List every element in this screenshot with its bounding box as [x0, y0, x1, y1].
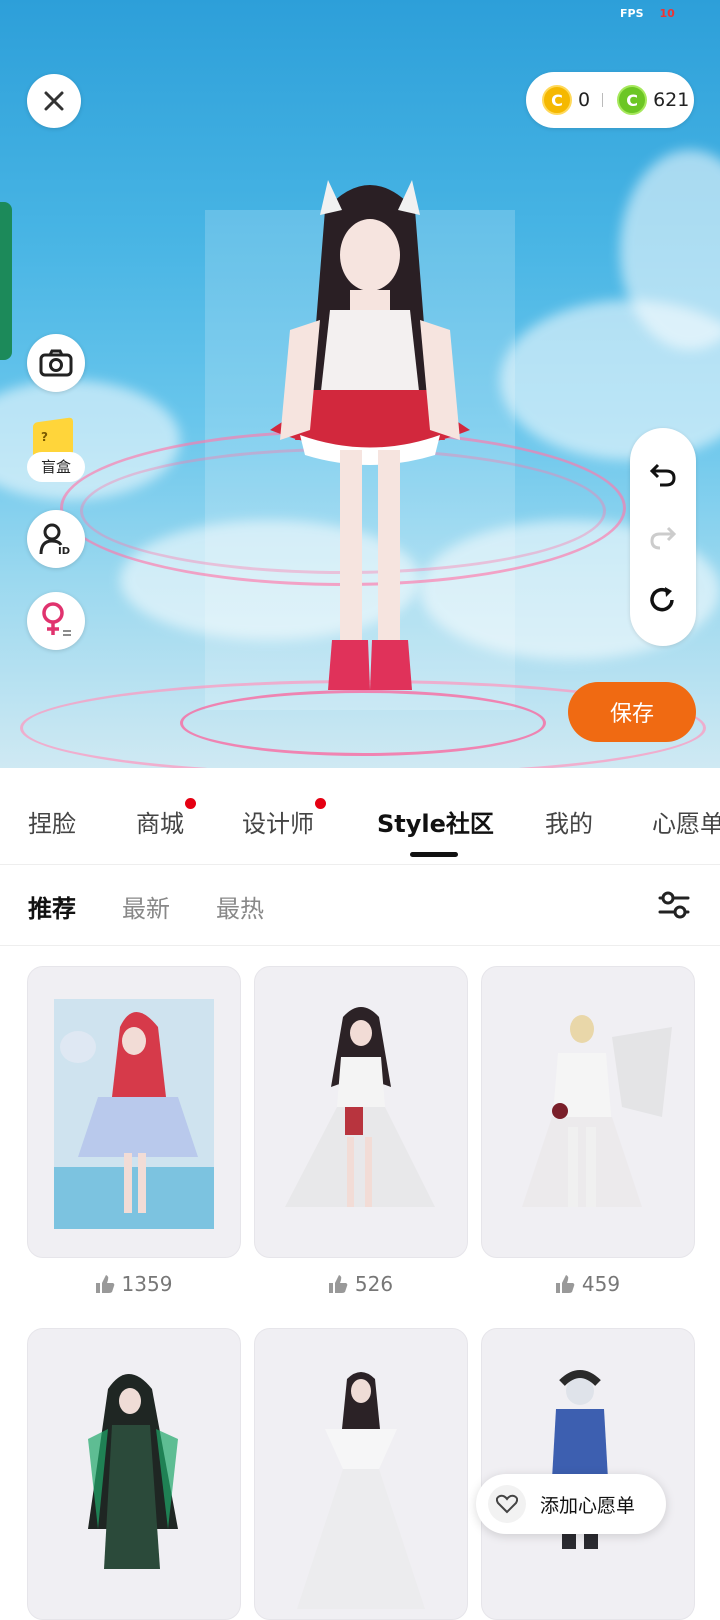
- svg-text:ID: ID: [58, 546, 70, 556]
- outfit-thumbnail: [522, 1015, 672, 1207]
- like-count-value: 526: [354, 1272, 394, 1296]
- gender-switch-button[interactable]: [27, 592, 85, 650]
- side-drawer-handle[interactable]: [0, 202, 12, 360]
- outfit-card[interactable]: [27, 966, 241, 1258]
- main-tab-bar: 捏脸 商城 设计师 Style社区 我的 心愿单: [0, 768, 720, 865]
- tab-wishlist-label: 心愿单: [652, 810, 720, 838]
- green-amount: 621: [653, 89, 690, 111]
- add-to-wishlist-label: 添加心愿单: [540, 1494, 636, 1517]
- outfit-card[interactable]: [254, 966, 468, 1258]
- edit-history-controls: [630, 428, 696, 646]
- outfit-card[interactable]: [254, 1328, 468, 1620]
- user-id-button[interactable]: ID: [27, 510, 85, 568]
- gold-coin-icon: C: [542, 85, 572, 115]
- notification-dot: [185, 798, 196, 809]
- camera-icon: [39, 349, 73, 377]
- like-count[interactable]: 459: [481, 1272, 693, 1296]
- outfit-thumbnail: [54, 999, 214, 1229]
- tab-mine-label: 我的: [545, 810, 593, 838]
- tab-shop[interactable]: 商城: [136, 798, 196, 839]
- filter-settings-icon[interactable]: [656, 887, 692, 923]
- thumbs-up-icon: [328, 1275, 348, 1293]
- outfit-card[interactable]: [481, 966, 695, 1258]
- outfit-thumbnail: [88, 1374, 178, 1569]
- close-icon: [44, 91, 64, 111]
- user-id-icon: ID: [39, 523, 70, 556]
- subtab-hottest[interactable]: 最热: [216, 889, 264, 924]
- like-count-value: 459: [581, 1272, 621, 1296]
- tab-mine[interactable]: 我的: [545, 804, 593, 839]
- sort-tab-bar: 推荐 最新 最热: [0, 865, 720, 946]
- fps-label: FPS: [620, 7, 644, 20]
- tab-style-community[interactable]: Style社区: [377, 804, 494, 839]
- like-count[interactable]: 1359: [27, 1272, 239, 1296]
- gold-amount: 0: [578, 89, 591, 111]
- currency-divider: [602, 93, 604, 107]
- heart-icon: [488, 1485, 526, 1523]
- tab-designer[interactable]: 设计师: [242, 798, 326, 839]
- female-gender-icon: [42, 602, 71, 636]
- outfit-card[interactable]: [27, 1328, 241, 1620]
- camera-button[interactable]: [27, 334, 85, 392]
- thumbs-up-icon: [555, 1275, 575, 1293]
- fps-value: 10: [659, 7, 675, 20]
- outfit-thumbnail: [285, 1007, 435, 1207]
- notification-dot: [315, 798, 326, 809]
- question-mark-icon: ?: [41, 430, 48, 444]
- tab-shop-label: 商城: [136, 810, 184, 838]
- reset-icon[interactable]: [648, 585, 678, 615]
- blind-box-label: 盲盒: [27, 452, 85, 482]
- tab-style-community-label: Style社区: [377, 810, 494, 838]
- like-count-value: 1359: [121, 1272, 173, 1296]
- avatar-character[interactable]: [270, 170, 470, 730]
- undo-icon[interactable]: [648, 459, 678, 489]
- like-count[interactable]: 526: [254, 1272, 466, 1296]
- tab-wishlist[interactable]: 心愿单: [652, 804, 720, 839]
- blind-box-button[interactable]: ? 盲盒: [27, 417, 85, 486]
- save-button[interactable]: 保存: [568, 682, 696, 742]
- add-to-wishlist-button[interactable]: 添加心愿单: [476, 1474, 666, 1534]
- subtab-recommended[interactable]: 推荐: [28, 889, 76, 924]
- fps-counter: FPS 10: [620, 7, 675, 20]
- redo-icon[interactable]: [648, 522, 678, 552]
- green-coin-icon: C: [617, 85, 648, 115]
- outfit-thumbnail: [297, 1372, 425, 1609]
- subtab-latest[interactable]: 最新: [122, 889, 170, 924]
- tab-face[interactable]: 捏脸: [28, 804, 76, 839]
- active-tab-indicator: [410, 852, 458, 857]
- currency-bar[interactable]: C 0 C 621: [526, 72, 694, 128]
- tab-face-label: 捏脸: [28, 810, 76, 838]
- close-button[interactable]: [27, 74, 81, 128]
- thumbs-up-icon: [95, 1275, 114, 1293]
- tab-designer-label: 设计师: [242, 810, 314, 838]
